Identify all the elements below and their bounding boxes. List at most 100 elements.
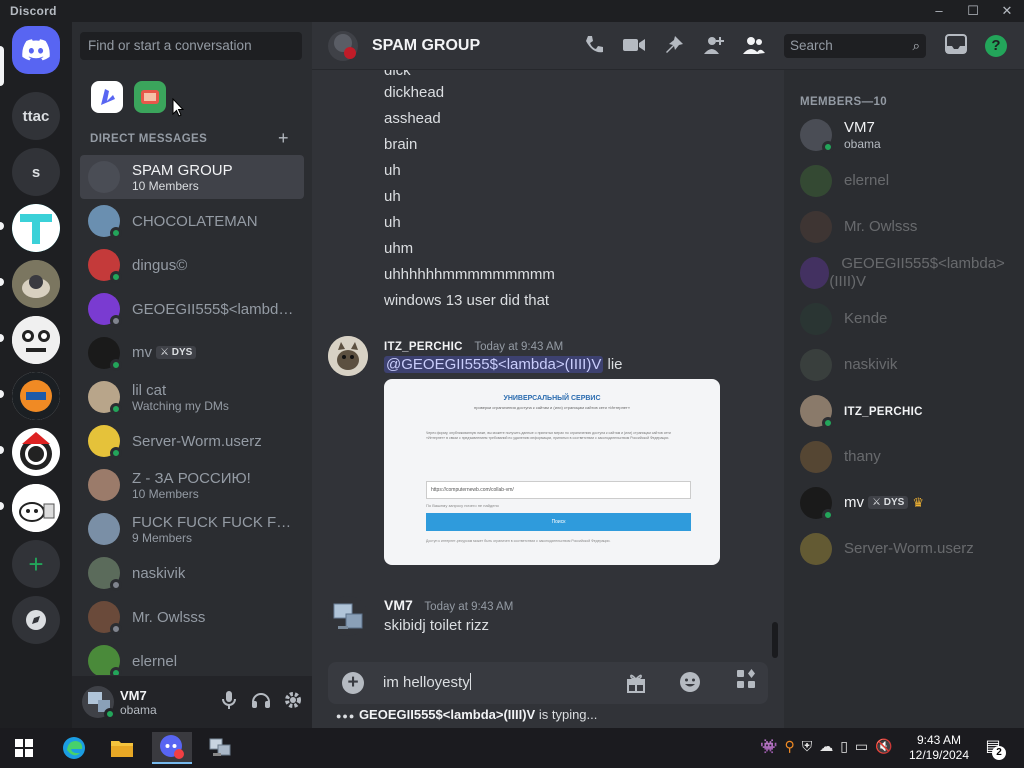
member-item[interactable]: ITZ_PERCHIC [800,390,923,432]
user-avatar[interactable] [82,686,116,720]
dm-item[interactable]: naskivik [80,551,304,595]
start-button[interactable] [4,732,44,764]
search-tray-icon[interactable]: ⚲ [784,738,794,755]
upload-button[interactable]: + [342,672,364,694]
server-ttac[interactable]: ttac [12,92,60,140]
dm-name: elernel [132,652,178,670]
inbox-button[interactable] [944,34,968,58]
help-button[interactable]: ? [985,35,1007,57]
message-input[interactable]: im helloyesty [383,673,471,691]
dm-name: Z - ЗА РОССИЮ! [132,469,251,487]
maximize-button[interactable]: ☐ [956,0,990,22]
group-avatar [328,30,358,61]
taskbar-discord[interactable] [152,732,192,764]
unread-indicator [0,222,4,230]
shield-icon[interactable]: ⛨ [802,738,813,755]
volume-muted-icon[interactable]: 🔇 [875,738,892,755]
member-name: VM7 [844,119,875,136]
user-mention[interactable]: @GEOEGII555$<lambda>(IIII)V [384,356,604,373]
member-item[interactable]: Kende [800,298,887,340]
dm-name: SPAM GROUP [132,161,233,179]
pinned-messages-button[interactable] [662,34,686,58]
chat-header: SPAM GROUP Search ⌕ ? [312,22,1024,70]
server-s[interactable]: s [12,148,60,196]
dm-subtext: 9 Members [132,530,193,545]
dm-item[interactable]: FUCK FUCK FUCK FUCK 9 Members [80,507,304,551]
settings-button[interactable] [282,690,304,712]
member-item[interactable]: GEOEGII555$<lambda>(IIII)V [800,252,1024,294]
headphones-button[interactable] [250,690,272,712]
dm-name: GEOEGII555$<lambda>(IIII)V [132,300,297,318]
dm-item[interactable]: Mr. Owlsss [80,595,304,639]
dm-item[interactable]: elernel [80,639,304,675]
clock-date: 12/19/2024 [908,748,970,762]
chat-area: SPAM GROUP Search ⌕ ? dick dickhead assh… [312,22,1024,728]
cloud-icon[interactable]: ☁ [819,738,833,755]
search-input[interactable]: Search ⌕ [784,34,926,58]
create-dm-button[interactable]: + [278,128,289,149]
server-photo[interactable] [12,260,60,308]
search-placeholder: Search [790,38,833,53]
shortcut-nitro[interactable] [134,81,166,113]
video-call-button[interactable] [622,34,646,58]
message-text: asshead [384,110,441,127]
minimize-button[interactable]: – [922,0,956,22]
panda-server-icon [12,316,60,364]
taskbar-explorer[interactable] [102,732,142,764]
message-text: lie [607,356,623,373]
add-friends-button[interactable] [702,34,726,58]
taskbar-clock[interactable]: 9:43 AM 12/19/2024 [906,733,972,763]
dm-item[interactable]: CHOCOLATEMAN [80,199,304,243]
online-status-dot [110,359,122,371]
shortcut-friends[interactable] [91,81,123,113]
member-item[interactable]: elernel [800,160,889,202]
dm-avatar [88,205,122,239]
window-titlebar: Discord – ☐ ✕ [0,0,1024,22]
server-reddit[interactable] [12,484,60,532]
dm-item[interactable]: SPAM GROUP 10 Members [80,155,304,199]
server-obs[interactable] [12,428,60,476]
text-caret [469,673,471,690]
apps-button[interactable] [732,668,760,696]
dm-item[interactable]: Z - ЗА РОССИЮ! 10 Members [80,463,304,507]
dm-item[interactable]: mv ⚔ DYS [80,331,304,375]
gift-button[interactable] [624,671,648,695]
image-attachment[interactable]: УНИВЕРСАЛЬНЫЙ СЕРВИС проверки ограничени… [384,379,720,565]
author-avatar[interactable] [328,596,368,636]
dm-subtext: Watching my DMs [132,398,229,413]
server-t[interactable] [12,204,60,252]
server-panda[interactable] [12,316,60,364]
home-button[interactable] [12,26,60,74]
add-server-button[interactable]: + [12,540,60,588]
network-icon[interactable]: ▭ [855,738,868,755]
close-button[interactable]: ✕ [990,0,1024,22]
dm-item[interactable]: Server-Worm.userz [80,419,304,463]
member-item[interactable]: Server-Worm.userz [800,528,974,570]
member-item[interactable]: thany [800,436,881,478]
member-item[interactable]: mv ⚔ DYS ♛ [800,482,924,524]
message-scrollbar[interactable] [772,622,778,658]
taskbar-edge[interactable] [54,732,94,764]
battery-icon[interactable]: ▯ [840,738,848,755]
notification-center-button[interactable]: ▤ 2 [980,736,1006,760]
voice-call-button[interactable] [582,34,606,58]
member-item[interactable]: naskivik [800,344,897,386]
microphone-button[interactable] [218,690,240,712]
video-camera-icon [623,39,645,51]
dm-item[interactable]: dingus© [80,243,304,287]
user-status: obama [120,702,157,717]
emoji-button[interactable] [678,671,702,695]
taskbar-vm[interactable] [200,732,240,764]
discover-button[interactable] [12,596,60,644]
author-name[interactable]: VM7 [384,597,413,613]
server-newgrounds[interactable] [12,372,60,420]
find-conversation-input[interactable]: Find or start a conversation [80,32,302,60]
author-name[interactable]: ITZ_PERCHIC [384,341,463,353]
member-item[interactable]: VM7 obama [800,114,881,156]
member-item[interactable]: Mr. Owlsss [800,206,917,248]
discord-tray-icon[interactable]: 👾 [760,738,777,755]
author-avatar[interactable] [328,336,368,376]
member-list-button[interactable] [742,34,766,58]
dm-item[interactable]: GEOEGII555$<lambda>(IIII)V [80,287,304,331]
dm-item[interactable]: lil cat Watching my DMs [80,375,304,419]
